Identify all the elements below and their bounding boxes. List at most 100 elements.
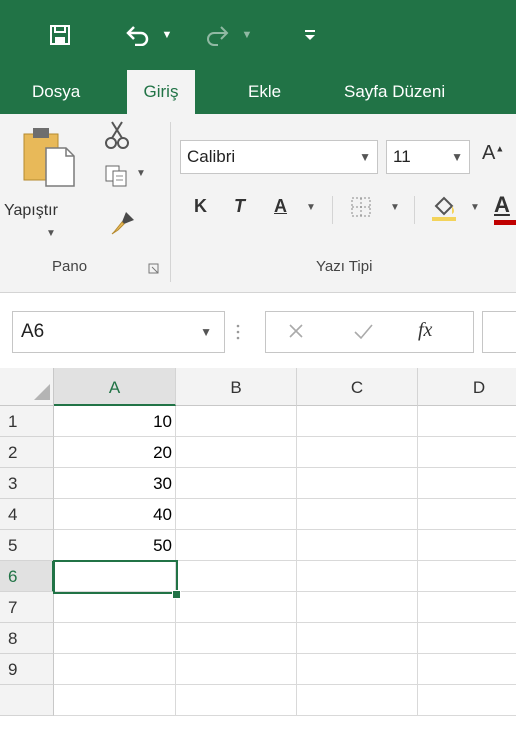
cut-icon[interactable]	[104, 120, 132, 150]
cell-b8[interactable]	[176, 623, 297, 654]
redo-icon	[200, 16, 236, 54]
borders-dropdown-icon[interactable]: ▼	[390, 202, 400, 213]
cell-b6[interactable]	[176, 561, 297, 592]
column-header-a[interactable]: A	[54, 368, 176, 406]
column-header-b[interactable]: B	[176, 368, 297, 406]
cell-b9[interactable]	[176, 654, 297, 685]
row-header-2[interactable]: 2	[0, 437, 54, 468]
paste-button[interactable]: Yapıştır ▼	[4, 126, 90, 246]
redo-dropdown-icon: ▼	[241, 29, 253, 41]
bold-button[interactable]: K	[194, 196, 207, 217]
chevron-down-icon: ▼	[359, 150, 371, 164]
font-separator	[332, 196, 333, 224]
font-size-select[interactable]: 11 ▼	[386, 140, 470, 174]
italic-button[interactable]: T	[234, 196, 245, 217]
quick-access-toolbar: ▼ ▼	[0, 0, 516, 70]
cell-a4[interactable]: 40	[54, 499, 176, 530]
cell-b1[interactable]	[176, 406, 297, 437]
cell-a9[interactable]	[54, 654, 176, 685]
underline-dropdown-icon[interactable]: ▼	[306, 202, 316, 213]
cell-a2[interactable]: 20	[54, 437, 176, 468]
cell-d3[interactable]	[418, 468, 516, 499]
cancel-icon[interactable]	[286, 321, 306, 346]
undo-dropdown-icon[interactable]: ▼	[160, 16, 174, 54]
cell-c5[interactable]	[297, 530, 418, 561]
cell-b2[interactable]	[176, 437, 297, 468]
copy-dropdown-icon[interactable]: ▼	[136, 168, 146, 179]
paste-dropdown-icon[interactable]: ▼	[46, 228, 56, 239]
row-header-5[interactable]: 5	[0, 530, 54, 561]
cell-d6[interactable]	[418, 561, 516, 592]
cell-b7[interactable]	[176, 592, 297, 623]
cell-a3[interactable]: 30	[54, 468, 176, 499]
cell-c4[interactable]	[297, 499, 418, 530]
tab-dosya[interactable]: Dosya	[22, 70, 90, 114]
group-separator	[170, 122, 171, 282]
chevron-down-icon: ▼	[451, 150, 463, 164]
cell-c8[interactable]	[297, 623, 418, 654]
cell-c3[interactable]	[297, 468, 418, 499]
font-size-value: 11	[393, 147, 411, 166]
fill-color-icon[interactable]	[430, 194, 460, 224]
tab-ekle[interactable]: Ekle	[238, 70, 291, 114]
pano-launcher-icon[interactable]	[148, 262, 160, 274]
row-header-6[interactable]: 6	[0, 561, 54, 592]
formula-buttons: fx	[265, 311, 474, 353]
cell-c10[interactable]	[297, 685, 418, 716]
font-color-icon[interactable]: A	[494, 192, 516, 226]
cell-d4[interactable]	[418, 499, 516, 530]
cell-c9[interactable]	[297, 654, 418, 685]
cell-d1[interactable]	[418, 406, 516, 437]
name-box[interactable]: A6 ▼	[12, 311, 225, 353]
row-header-9[interactable]: 9	[0, 654, 54, 685]
cell-c7[interactable]	[297, 592, 418, 623]
customize-qat-icon[interactable]	[300, 16, 320, 54]
format-painter-icon[interactable]	[110, 210, 140, 240]
row-header-8[interactable]: 8	[0, 623, 54, 654]
cell-c1[interactable]	[297, 406, 418, 437]
save-icon[interactable]	[42, 16, 78, 54]
cell-a1[interactable]: 10	[54, 406, 176, 437]
column-header-d[interactable]: D	[418, 368, 516, 406]
cell-c6[interactable]	[297, 561, 418, 592]
formula-input[interactable]	[482, 311, 516, 353]
cell-b3[interactable]	[176, 468, 297, 499]
formula-bar-grip-icon[interactable]	[236, 320, 240, 344]
insert-function-icon[interactable]: fx	[418, 319, 432, 342]
cell-d2[interactable]	[418, 437, 516, 468]
fill-handle[interactable]	[172, 590, 181, 599]
row-header-10[interactable]	[0, 685, 54, 716]
row-header-7[interactable]: 7	[0, 592, 54, 623]
font-name-select[interactable]: Calibri ▼	[180, 140, 378, 174]
cell-a5[interactable]: 50	[54, 530, 176, 561]
copy-icon[interactable]: ▼	[104, 164, 148, 190]
row-header-3[interactable]: 3	[0, 468, 54, 499]
cell-c2[interactable]	[297, 437, 418, 468]
cell-d8[interactable]	[418, 623, 516, 654]
cell-b4[interactable]	[176, 499, 297, 530]
font-name-value: Calibri	[187, 147, 236, 166]
cell-a10[interactable]	[54, 685, 176, 716]
cell-d7[interactable]	[418, 592, 516, 623]
cell-b5[interactable]	[176, 530, 297, 561]
cell-d9[interactable]	[418, 654, 516, 685]
borders-icon[interactable]	[350, 196, 374, 220]
tab-sayfa-duzeni[interactable]: Sayfa Düzeni	[334, 70, 455, 114]
enter-icon[interactable]	[352, 321, 374, 346]
group-label-yazi-tipi: Yazı Tipi	[316, 258, 373, 275]
cell-d10[interactable]	[418, 685, 516, 716]
cell-a8[interactable]	[54, 623, 176, 654]
increase-font-size-icon[interactable]: A▲	[482, 142, 504, 165]
paste-icon	[23, 128, 75, 187]
row-header-1[interactable]: 1	[0, 406, 54, 437]
cell-b10[interactable]	[176, 685, 297, 716]
column-header-c[interactable]: C	[297, 368, 418, 406]
underline-button[interactable]: A	[274, 196, 287, 217]
undo-icon[interactable]	[120, 16, 156, 54]
row-header-4[interactable]: 4	[0, 499, 54, 530]
select-all-corner[interactable]	[0, 368, 54, 406]
cell-d5[interactable]	[418, 530, 516, 561]
fill-color-dropdown-icon[interactable]: ▼	[470, 202, 480, 213]
tab-giris[interactable]: Giriş	[127, 70, 195, 114]
cell-a7[interactable]	[54, 592, 176, 623]
